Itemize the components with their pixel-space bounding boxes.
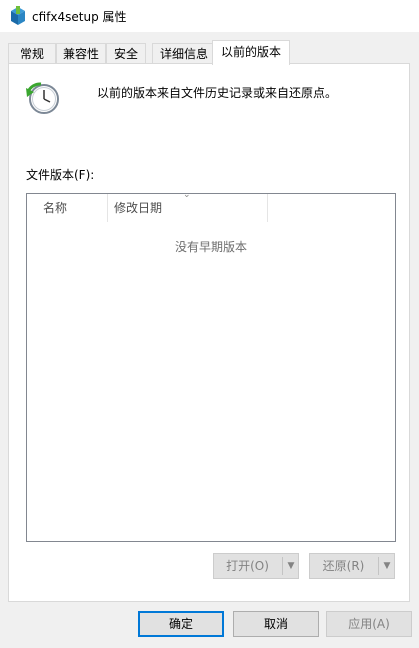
cancel-button[interactable]: 取消 [233,611,319,637]
file-versions-label: 文件版本(F): [26,168,95,182]
previous-versions-panel: 以前的版本来自文件历史记录或来自还原点。 文件版本(F): 名称 修改日期 ⌄ … [8,63,410,602]
tab-details[interactable]: 详细信息 [152,43,216,64]
restore-button-label: 还原(R) [322,559,365,573]
ok-button[interactable]: 确定 [138,611,224,637]
installer-box-icon [11,6,25,25]
tab-security[interactable]: 安全 [106,43,146,64]
tab-general[interactable]: 常规 [8,43,56,64]
window-title: cfifx4setup 属性 [32,10,127,24]
apply-button[interactable]: 应用(A) [326,611,412,637]
open-button-label: 打开(O) [226,559,269,573]
file-versions-list[interactable]: 名称 修改日期 ⌄ 没有早期版本 [26,190,396,542]
chevron-down-icon[interactable]: ▼ [379,554,395,578]
tab-previous-versions[interactable]: 以前的版本 [212,40,290,65]
empty-list-message: 没有早期版本 [174,240,247,254]
title-bar[interactable]: cfifx4setup 属性 [0,0,419,32]
sort-chevron-icon: ⌄ [183,190,191,200]
tab-compatibility[interactable]: 兼容性 [56,43,106,64]
open-split-button[interactable]: 打开(O) ▼ [213,553,299,579]
description-text: 以前的版本来自文件历史记录或来自还原点。 [97,86,338,100]
clock-restore-icon [26,82,59,114]
column-header-name[interactable]: 名称 [27,194,108,222]
chevron-down-icon[interactable]: ▼ [283,554,299,578]
restore-split-button[interactable]: 还原(R) ▼ [309,553,395,579]
